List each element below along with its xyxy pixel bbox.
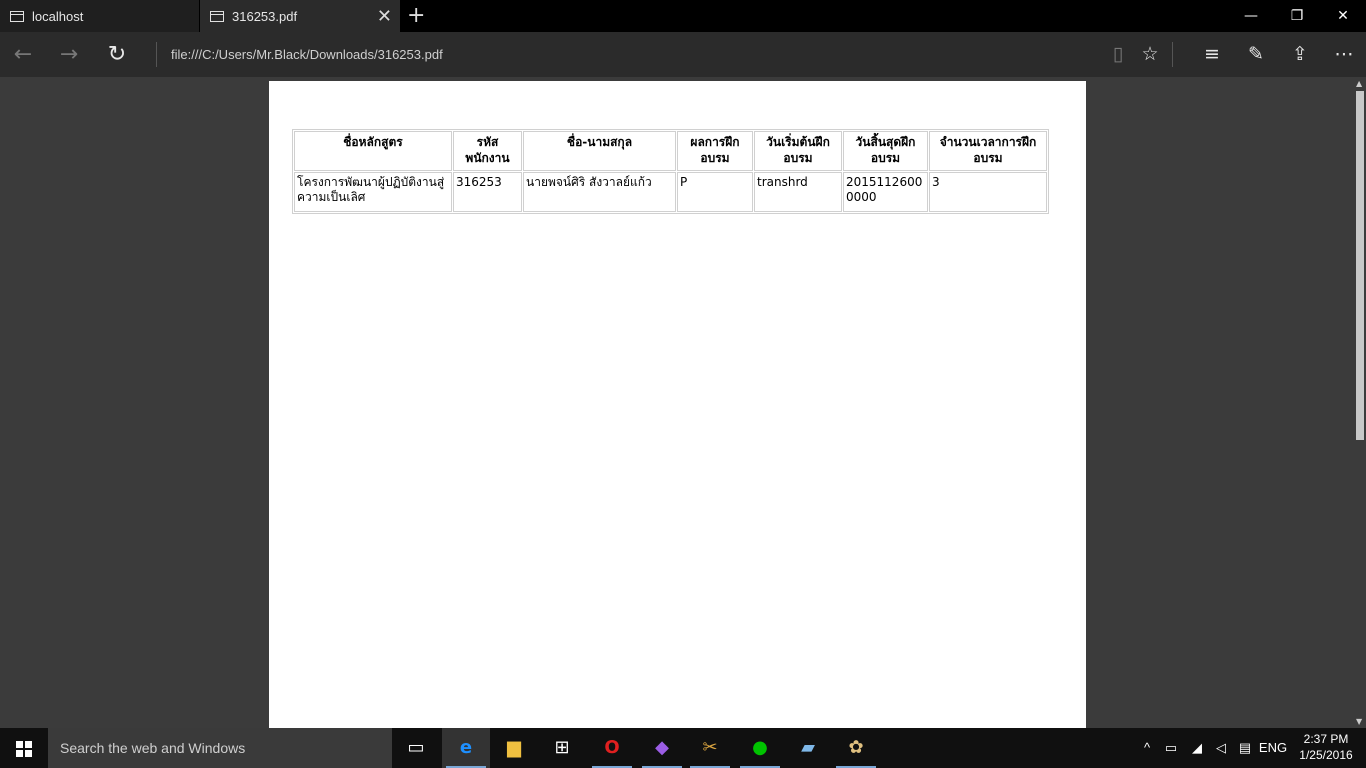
scroll-up-icon[interactable]: ▲ [1356,79,1362,88]
refresh-icon[interactable]: ↻ [94,32,140,77]
pdf-viewer[interactable]: ชื่อหลักสูตร รหัส พนักงาน ชื่อ-นามสกุล ผ… [0,77,1366,728]
tab-title: 316253.pdf [232,8,298,24]
header-course-name: ชื่อหลักสูตร [294,131,452,171]
cell-full-name: นายพจน์ศิริ สังวาลย์แก้ว [523,172,676,212]
minimize-button[interactable]: — [1228,0,1274,32]
scroll-down-icon[interactable]: ▼ [1356,717,1362,726]
training-table: ชื่อหลักสูตร รหัส พนักงาน ชื่อ-นามสกุล ผ… [292,129,1049,214]
close-tab-icon[interactable]: ✕ [377,6,392,27]
wifi-icon[interactable]: ◢ [1186,728,1208,768]
tab-page-icon [10,10,24,22]
windows-logo-icon [16,741,32,757]
restore-button[interactable]: ❐ [1274,0,1320,32]
more-icon[interactable]: ⋯ [1322,32,1366,77]
action-center-icon[interactable]: ▤ [1234,728,1256,768]
scrollbar-thumb[interactable] [1356,91,1364,440]
tools-icon[interactable]: ✂ [686,728,734,768]
taskbar: Search the web and Windows ▭ e ▆ ⊞ O ◆ ✂… [0,728,1366,768]
browser-toolbar: ← → ↻ file:///C:/Users/Mr.Black/Download… [0,32,1366,77]
header-employee-id: รหัส พนักงาน [453,131,522,171]
edge-icon[interactable]: e [442,728,490,768]
task-view-icon[interactable]: ▭ [392,728,440,768]
tab-bar: localhost 316253.pdf ✕ + — ❐ ✕ [0,0,1366,32]
toolbar-divider [156,42,157,67]
header-full-name: ชื่อ-นามสกุล [523,131,676,171]
cell-end-date: 20151126000000 [843,172,928,212]
tab-title: localhost [32,8,84,24]
cell-employee-id: 316253 [453,172,522,212]
pdf-page: ชื่อหลักสูตร รหัส พนักงาน ชื่อ-นามสกุล ผ… [269,81,1086,728]
header-result: ผลการฝึก อบรม [677,131,753,171]
clock-time: 2:37 PM [1303,732,1349,746]
store-icon[interactable]: ⊞ [538,728,586,768]
toolbar-divider [1172,42,1173,67]
tab-localhost[interactable]: localhost [0,0,199,32]
visual-studio-icon[interactable]: ◆ [638,728,686,768]
back-icon[interactable]: ← [0,32,46,77]
clock-date: 1/25/2016 [1299,748,1353,762]
forward-icon[interactable]: → [46,32,92,77]
share-icon[interactable]: ⇪ [1278,32,1322,77]
cell-duration: 3 [929,172,1047,212]
tray-chevron-icon[interactable]: ^ [1138,728,1156,768]
taskbar-clock[interactable]: 2:37 PM 1/25/2016 [1296,731,1356,763]
favorite-star-icon[interactable]: ☆ [1128,32,1172,77]
table-row: โครงการพัฒนาผู้ปฏิบัติงานสู่ความเป็นเลิศ… [294,172,1047,212]
cell-result: P [677,172,753,212]
cell-start-date: transhrd [754,172,842,212]
web-note-icon[interactable]: ✎ [1234,32,1278,77]
line-icon[interactable]: ● [736,728,784,768]
window-close-button[interactable]: ✕ [1320,0,1366,32]
notepad-icon[interactable]: ▰ [784,728,832,768]
battery-icon[interactable]: ▭ [1160,728,1182,768]
address-bar[interactable]: file:///C:/Users/Mr.Black/Downloads/3162… [171,32,443,77]
volume-icon[interactable]: ◁ [1210,728,1232,768]
tab-pdf[interactable]: 316253.pdf ✕ [200,0,400,32]
header-start-date: วันเริ่มต้นฝึก อบรม [754,131,842,171]
table-header-row: ชื่อหลักสูตร รหัส พนักงาน ชื่อ-นามสกุล ผ… [294,131,1047,171]
paint-icon[interactable]: ✿ [832,728,880,768]
header-end-date: วันสิ้นสุดฝึก อบรม [843,131,928,171]
language-indicator[interactable]: ENG [1258,728,1288,768]
file-explorer-icon[interactable]: ▆ [490,728,538,768]
start-button[interactable] [0,728,48,768]
cell-course-name: โครงการพัฒนาผู้ปฏิบัติงานสู่ความเป็นเลิศ [294,172,452,212]
opera-icon[interactable]: O [588,728,636,768]
hub-icon[interactable]: ≡ [1190,32,1234,77]
header-duration: จำนวนเวลาการฝึก อบรม [929,131,1047,171]
vertical-scrollbar[interactable]: ▲ ▼ [1354,77,1366,728]
new-tab-icon[interactable]: + [407,3,425,28]
taskbar-search-input[interactable]: Search the web and Windows [48,728,392,768]
tab-page-icon [210,10,224,22]
